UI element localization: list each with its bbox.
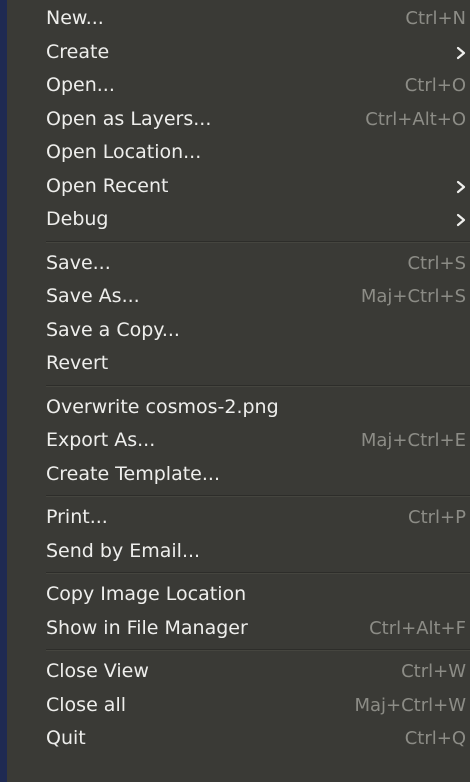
menu-item-open-location[interactable]: Open Location... <box>7 136 470 170</box>
menu-item-close-all[interactable]: Close all Maj+Ctrl+W <box>7 689 470 723</box>
menu-separator <box>46 649 470 651</box>
menu-item-label: Overwrite cosmos-2.png <box>46 395 279 418</box>
menu-separator <box>46 384 470 387</box>
menu-item-shortcut: Ctrl+Q <box>404 728 466 749</box>
menu-item-open-as-layers[interactable]: Open as Layers... Ctrl+Alt+O <box>7 103 470 137</box>
menu-item-label: Open Recent <box>46 174 169 197</box>
menu-item-shortcut: Maj+Ctrl+E <box>360 430 466 451</box>
menu-item-shortcut: Ctrl+P <box>408 507 466 528</box>
menu-item-label: Send by Email... <box>46 539 201 562</box>
menu-item-shortcut: Ctrl+Alt+O <box>365 108 466 130</box>
menu-item-send-by-email[interactable]: Send by Email... <box>7 535 470 569</box>
menu-item-label: Open Location... <box>46 141 202 163</box>
menu-item-create-template[interactable]: Create Template... <box>7 458 470 492</box>
menu-item-shortcut: Ctrl+Alt+F <box>369 617 466 639</box>
menu-item-label: Show in File Manager <box>46 616 248 639</box>
chevron-right-icon <box>454 36 468 70</box>
menu-item-copy-image-location[interactable]: Copy Image Location <box>7 578 470 612</box>
menu-item-open-recent[interactable]: Open Recent <box>7 170 470 204</box>
menu-item-label: Debug <box>46 208 109 230</box>
menu-item-label: Copy Image Location <box>46 583 247 605</box>
menu-item-export-as[interactable]: Export As... Maj+Ctrl+E <box>7 424 470 458</box>
menu-item-label: New... <box>46 7 104 29</box>
menu-item-label: Quit <box>46 727 86 749</box>
menu-item-shortcut: Ctrl+N <box>405 8 466 29</box>
menu-item-label: Save As... <box>46 285 140 307</box>
menu-item-label: Close all <box>46 693 126 716</box>
menu-item-save[interactable]: Save... Ctrl+S <box>7 247 470 281</box>
menu-item-shortcut: Ctrl+O <box>404 75 466 96</box>
menu-item-label: Close View <box>46 660 149 682</box>
menu-item-save-as[interactable]: Save As... Maj+Ctrl+S <box>7 280 470 314</box>
menu-item-close-view[interactable]: Close View Ctrl+W <box>7 655 470 689</box>
menu-item-quit[interactable]: Quit Ctrl+Q <box>7 722 470 756</box>
chevron-right-icon <box>454 170 468 204</box>
menu-item-label: Open as Layers... <box>46 107 212 130</box>
menu-item-label: Export As... <box>46 429 156 451</box>
menu-item-label: Revert <box>46 352 109 374</box>
menu-item-show-in-file-manager[interactable]: Show in File Manager Ctrl+Alt+F <box>7 612 470 646</box>
menu-separator <box>46 572 470 574</box>
menu-item-shortcut: Ctrl+S <box>407 252 466 274</box>
menu-item-save-a-copy[interactable]: Save a Copy... <box>7 314 470 348</box>
menu-item-open[interactable]: Open... Ctrl+O <box>7 69 470 103</box>
menu-item-shortcut: Maj+Ctrl+S <box>360 286 466 307</box>
menu-item-label: Create Template... <box>46 462 220 485</box>
menu-item-shortcut: Maj+Ctrl+W <box>354 694 466 716</box>
menu-item-label: Save a Copy... <box>46 318 180 341</box>
menu-separator <box>46 495 470 497</box>
menu-item-label: Print... <box>46 506 108 528</box>
menu-item-revert[interactable]: Revert <box>7 347 470 381</box>
file-menu: New... Ctrl+N Create Open... Ctrl+O Open as L… <box>0 0 470 782</box>
menu-item-create[interactable]: Create <box>7 36 470 70</box>
menu-item-print[interactable]: Print... Ctrl+P <box>7 501 470 535</box>
menu-item-new[interactable]: New... Ctrl+N <box>7 2 470 36</box>
menu-item-label: Open... <box>46 74 115 96</box>
chevron-right-icon <box>454 203 468 237</box>
menu-item-shortcut: Ctrl+W <box>401 661 466 682</box>
menu-item-debug[interactable]: Debug <box>7 203 470 237</box>
menu-item-label: Create <box>46 40 110 63</box>
menu-separator <box>46 240 470 243</box>
menu-item-label: Save... <box>46 251 111 274</box>
menu-item-overwrite-cosmos-2-png[interactable]: Overwrite cosmos-2.png <box>7 391 470 425</box>
